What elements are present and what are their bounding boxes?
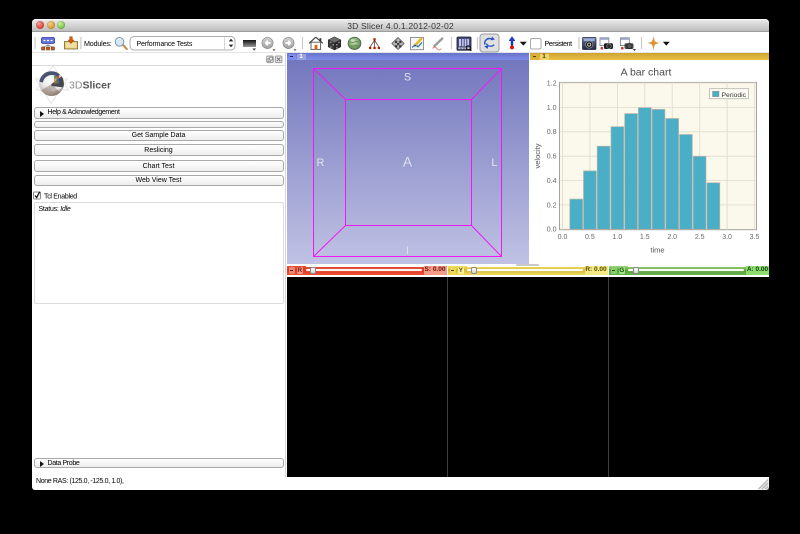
svg-text:A: A [403, 155, 412, 170]
svg-text:3DSlicer: 3DSlicer [69, 80, 111, 92]
svg-text:0.6: 0.6 [546, 154, 556, 161]
svg-text:time: time [650, 246, 664, 255]
svg-text:S: S [403, 72, 410, 84]
svg-text:2.5: 2.5 [694, 234, 704, 241]
svg-text:A bar chart: A bar chart [620, 67, 671, 79]
svg-text:1.0: 1.0 [546, 105, 556, 112]
svg-text:1.2: 1.2 [546, 81, 556, 88]
svg-text:R: R [316, 157, 324, 169]
svg-text:I: I [405, 245, 408, 257]
svg-text:0.4: 0.4 [546, 178, 556, 185]
svg-text:1.5: 1.5 [639, 234, 649, 241]
svg-text:3.0: 3.0 [722, 234, 732, 241]
svg-text:velocity: velocity [533, 144, 542, 169]
svg-text:Persistent: Persistent [545, 41, 573, 48]
svg-text:0.0: 0.0 [546, 227, 556, 234]
svg-text:2.0: 2.0 [667, 234, 677, 241]
svg-text:Modules:: Modules: [84, 39, 112, 48]
svg-text:1.0: 1.0 [612, 234, 622, 241]
svg-text:0.8: 0.8 [546, 129, 556, 136]
svg-text:Performance Tests: Performance Tests [137, 41, 193, 48]
svg-text:0.2: 0.2 [546, 203, 556, 210]
svg-text:3.5: 3.5 [749, 234, 759, 241]
svg-text:0.0: 0.0 [557, 234, 567, 241]
svg-text:Periodic: Periodic [721, 92, 746, 99]
svg-text:0.5: 0.5 [585, 234, 595, 241]
svg-text:Tcl Enabled: Tcl Enabled [44, 194, 77, 201]
svg-text:L: L [491, 157, 497, 169]
